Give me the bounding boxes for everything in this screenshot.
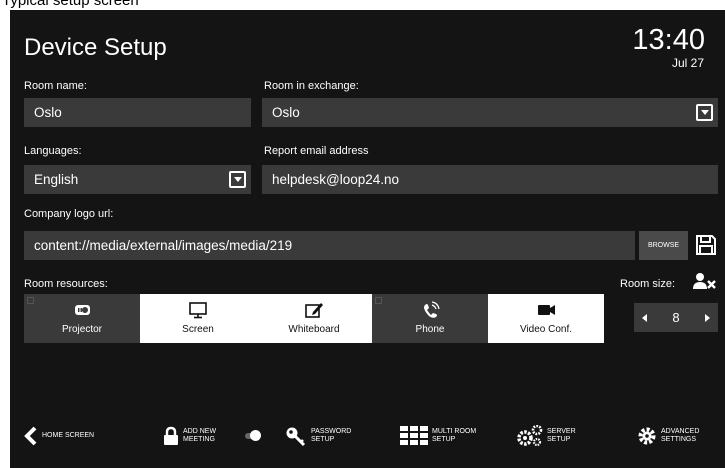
increment-arrow-icon[interactable] xyxy=(696,303,718,332)
advanced-settings-button[interactable]: ADVANCED SETTINGS xyxy=(637,416,699,456)
resource-video-conf[interactable]: Video Conf. xyxy=(488,294,604,343)
languages-label: Languages: xyxy=(24,145,82,157)
add-new-meeting-label: ADD NEW MEETING xyxy=(183,428,216,444)
resource-whiteboard[interactable]: Whiteboard xyxy=(256,294,372,343)
server-setup-line1: SERVER xyxy=(547,428,576,435)
chevron-left-icon xyxy=(24,426,37,446)
home-screen-label: HOME SCREEN xyxy=(42,432,95,439)
resource-label: Phone xyxy=(415,324,445,335)
caption-text: Typical setup screen xyxy=(2,0,139,9)
multi-room-setup-label: MULTI ROOM SETUP xyxy=(432,428,476,444)
room-exchange-value: Oslo xyxy=(272,105,300,120)
room-size-value: 8 xyxy=(672,310,680,325)
languages-value: English xyxy=(34,172,79,187)
server-setup-button[interactable]: SERVER SETUP xyxy=(517,416,576,456)
server-setup-label: SERVER SETUP xyxy=(547,428,576,444)
resource-label: Video Conf. xyxy=(519,324,573,335)
device-setup-screen: Device Setup 13:40 Jul 27 Room name: Osl… xyxy=(10,10,725,468)
resource-phone[interactable]: Phone xyxy=(372,294,488,343)
resource-screen[interactable]: Screen xyxy=(140,294,256,343)
monitor-icon xyxy=(189,302,207,319)
languages-select[interactable]: English xyxy=(24,165,251,194)
multi-room-setup-button[interactable]: MULTI ROOM SETUP xyxy=(400,416,476,456)
caption-strip: Typical setup screen xyxy=(0,0,725,10)
checkbox-indicator xyxy=(27,297,34,304)
grid-icon xyxy=(400,426,428,445)
page-title: Device Setup xyxy=(24,34,167,61)
multi-room-setup-line2: SETUP xyxy=(432,436,456,443)
add-meeting-toggle[interactable] xyxy=(245,430,261,441)
video-camera-icon xyxy=(538,305,555,315)
room-name-label: Room name: xyxy=(24,80,87,92)
room-resources-label: Room resources: xyxy=(24,278,108,290)
advanced-settings-line2: SETTINGS xyxy=(661,436,697,443)
browse-button[interactable]: BROWSE xyxy=(639,231,688,260)
advanced-settings-label: ADVANCED SETTINGS xyxy=(661,428,699,444)
clock-time: 13:40 xyxy=(632,24,705,56)
phone-icon xyxy=(424,301,440,318)
dropdown-arrow-icon[interactable] xyxy=(696,104,713,121)
user-remove-icon[interactable] xyxy=(693,272,717,290)
resource-label: Projector xyxy=(61,324,102,335)
add-new-meeting-button[interactable]: ADD NEW MEETING xyxy=(163,416,216,456)
password-setup-line1: PASSWORD xyxy=(311,428,352,435)
password-setup-button[interactable]: PASSWORD SETUP xyxy=(285,416,351,456)
dropdown-arrow-icon[interactable] xyxy=(229,171,246,188)
key-icon xyxy=(286,427,306,447)
room-exchange-select[interactable]: Oslo xyxy=(262,98,718,127)
home-screen-button[interactable]: HOME SCREEN xyxy=(24,416,94,456)
password-setup-label: PASSWORD SETUP xyxy=(311,428,351,444)
clock-date: Jul 27 xyxy=(671,56,704,70)
company-logo-url-field[interactable]: content://media/external/images/media/21… xyxy=(24,231,635,260)
save-icon[interactable] xyxy=(694,233,718,257)
gear-icon xyxy=(638,427,656,445)
resource-label: Screen xyxy=(182,324,214,335)
advanced-settings-line1: ADVANCED xyxy=(661,428,700,435)
report-email-field[interactable]: helpdesk@loop24.no xyxy=(262,165,718,194)
add-new-meeting-line2: MEETING xyxy=(183,436,215,443)
bottom-navigation: HOME SCREEN ADD NEW MEETING PASSWORD SETUP xyxy=(10,416,725,456)
company-logo-label: Company logo url: xyxy=(24,208,114,220)
decrement-arrow-icon[interactable] xyxy=(634,303,656,332)
report-email-label: Report email address xyxy=(264,145,369,157)
resource-label: Whiteboard xyxy=(288,324,340,335)
multi-room-setup-line1: MULTI ROOM xyxy=(432,428,477,435)
add-new-meeting-line1: ADD NEW xyxy=(183,428,217,435)
resource-projector[interactable]: Projector xyxy=(24,294,140,343)
room-name-field[interactable]: Oslo xyxy=(24,98,251,127)
lock-icon xyxy=(164,426,178,445)
room-size-label: Room size: xyxy=(620,278,676,290)
password-setup-line2: SETUP xyxy=(311,436,335,443)
edit-icon xyxy=(305,303,323,318)
checkbox-indicator xyxy=(375,297,382,304)
gears-icon xyxy=(517,425,543,447)
room-exchange-label: Room in exchange: xyxy=(264,80,359,92)
server-setup-line2: SETUP xyxy=(547,436,571,443)
room-size-stepper: 8 xyxy=(634,303,718,332)
projector-icon xyxy=(75,305,90,315)
